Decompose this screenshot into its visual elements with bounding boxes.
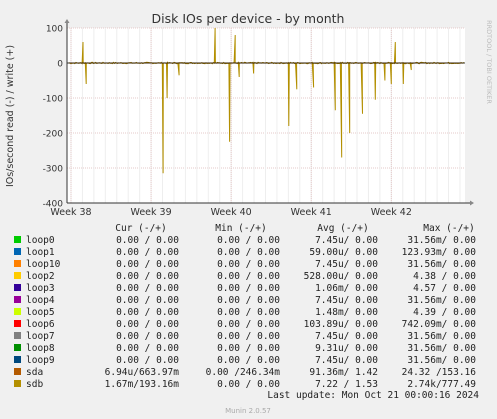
legend-value: 0.00 / 0.00 bbox=[116, 295, 179, 306]
legend-value: 91.36m/ 1.42 bbox=[309, 367, 378, 378]
legend-value: 0.00 / 0.00 bbox=[217, 307, 280, 318]
y-axis-label: IOs/second read (-) / write (+) bbox=[5, 45, 16, 187]
legend-value: 0.00 / 0.00 bbox=[116, 235, 179, 246]
legend-value: 0.00 / 0.00 bbox=[116, 343, 179, 354]
y-tick-label: 100 bbox=[46, 25, 63, 35]
legend-value: 7.45u/ 0.00 bbox=[315, 259, 378, 270]
legend-value: 31.56m/ 0.00 bbox=[407, 235, 476, 246]
legend-value: 0.00 / 0.00 bbox=[116, 259, 179, 270]
legend-value: 0.00 /246.34m bbox=[206, 367, 281, 378]
legend-value: 103.89u/ 0.00 bbox=[304, 319, 379, 330]
legend-value: 0.00 / 0.00 bbox=[116, 307, 179, 318]
legend-header-cell: Cur (-/+) bbox=[115, 223, 166, 234]
legend-value: 742.09m/ 0.00 bbox=[402, 319, 477, 330]
legend-value: 0.00 / 0.00 bbox=[217, 331, 280, 342]
legend-value: 123.93m/ 0.00 bbox=[402, 247, 477, 258]
side-watermark: RRDTOOL / TOBI OETIKER bbox=[485, 20, 493, 104]
legend-value: 7.45u/ 0.00 bbox=[315, 295, 378, 306]
y-tick-label: -300 bbox=[43, 165, 64, 175]
legend-value: 0.00 / 0.00 bbox=[217, 271, 280, 282]
legend-label-loop7: loop7 bbox=[26, 331, 55, 342]
legend-label-loop2: loop2 bbox=[26, 271, 55, 282]
legend-value: 0.00 / 0.00 bbox=[217, 343, 280, 354]
legend-value: 0.00 / 0.00 bbox=[217, 283, 280, 294]
legend-value: 4.39 / 0.00 bbox=[413, 307, 476, 318]
y-tick-label: -400 bbox=[43, 200, 64, 210]
legend-value: 7.45u/ 0.00 bbox=[315, 355, 378, 366]
legend-value: 0.00 / 0.00 bbox=[116, 331, 179, 342]
legend-swatch-sdb bbox=[14, 380, 21, 387]
x-tick-label: Week 40 bbox=[211, 207, 252, 218]
legend-swatch-loop7 bbox=[14, 332, 21, 339]
legend-value: 31.56m/ 0.00 bbox=[407, 259, 476, 270]
legend-value: 24.32 /153.16 bbox=[402, 367, 477, 378]
legend-value: 7.45u/ 0.00 bbox=[315, 235, 378, 246]
legend-value: 7.22 / 1.53 bbox=[315, 379, 378, 390]
legend-value: 0.00 / 0.00 bbox=[116, 271, 179, 282]
legend-value: 0.00 / 0.00 bbox=[217, 379, 280, 390]
legend-value: 0.00 / 0.00 bbox=[217, 319, 280, 330]
legend-value: 2.74k/777.49 bbox=[407, 379, 476, 390]
legend-value: 1.67m/193.16m bbox=[105, 379, 180, 390]
plot-area bbox=[67, 28, 465, 203]
y-tick-label: 0 bbox=[57, 60, 63, 70]
legend-value: 59.00u/ 0.00 bbox=[309, 247, 378, 258]
legend-label-loop6: loop6 bbox=[26, 319, 55, 330]
legend-swatch-sda bbox=[14, 368, 21, 375]
chart-title: Disk IOs per device - by month bbox=[152, 11, 345, 26]
x-tick-label: Week 39 bbox=[131, 207, 172, 218]
x-tick-label: Week 42 bbox=[371, 207, 412, 218]
legend-value: 0.00 / 0.00 bbox=[116, 247, 179, 258]
legend-label-loop9: loop9 bbox=[26, 355, 55, 366]
legend-label-loop4: loop4 bbox=[26, 295, 55, 306]
legend-value: 0.00 / 0.00 bbox=[116, 319, 179, 330]
legend-swatch-loop5 bbox=[14, 308, 21, 315]
x-tick-label: Week 41 bbox=[291, 207, 332, 218]
legend-swatch-loop4 bbox=[14, 296, 21, 303]
legend-label-loop1: loop1 bbox=[26, 247, 55, 258]
legend-label-loop3: loop3 bbox=[26, 283, 55, 294]
legend-value: 528.00u/ 0.00 bbox=[304, 271, 379, 282]
legend-label-loop10: loop10 bbox=[26, 259, 61, 270]
legend-swatch-loop9 bbox=[14, 356, 21, 363]
legend-label-sda: sda bbox=[26, 367, 43, 378]
legend-value: 4.57 / 0.00 bbox=[413, 283, 476, 294]
chart-canvas: Disk IOs per device - by month IOs/secon… bbox=[0, 0, 497, 419]
legend-swatch-loop6 bbox=[14, 320, 21, 327]
y-tick-label: -200 bbox=[43, 130, 64, 140]
legend-swatch-loop8 bbox=[14, 344, 21, 351]
legend-swatch-loop10 bbox=[14, 260, 21, 267]
legend-value: 31.56m/ 0.00 bbox=[407, 343, 476, 354]
legend-swatch-loop0 bbox=[14, 236, 21, 243]
legend-value: 7.45u/ 0.00 bbox=[315, 331, 378, 342]
legend-label-loop5: loop5 bbox=[26, 307, 55, 318]
legend-label-sdb: sdb bbox=[26, 379, 43, 390]
legend-value: 0.00 / 0.00 bbox=[217, 247, 280, 258]
last-update: Last update: Mon Oct 21 00:00:16 2024 bbox=[267, 390, 479, 401]
y-tick-label: -100 bbox=[43, 95, 64, 105]
legend-value: 31.56m/ 0.00 bbox=[407, 295, 476, 306]
legend-value: 6.94u/663.97m bbox=[105, 367, 180, 378]
legend-value: 1.06m/ 0.00 bbox=[315, 283, 378, 294]
footer-version: Munin 2.0.57 bbox=[225, 407, 271, 415]
legend-value: 4.38 / 0.00 bbox=[413, 271, 476, 282]
legend-value: 0.00 / 0.00 bbox=[116, 355, 179, 366]
legend-value: 0.00 / 0.00 bbox=[217, 259, 280, 270]
legend-value: 0.00 / 0.00 bbox=[116, 283, 179, 294]
legend-swatch-loop2 bbox=[14, 272, 21, 279]
legend-value: 31.56m/ 0.00 bbox=[407, 331, 476, 342]
legend-value: 31.56m/ 0.00 bbox=[407, 355, 476, 366]
legend-swatch-loop3 bbox=[14, 284, 21, 291]
legend-value: 1.48m/ 0.00 bbox=[315, 307, 378, 318]
legend-header-cell: Avg (-/+) bbox=[317, 223, 368, 234]
legend-header-cell: Max (-/+) bbox=[423, 223, 474, 234]
legend-label-loop0: loop0 bbox=[26, 235, 55, 246]
legend-value: 0.00 / 0.00 bbox=[217, 355, 280, 366]
legend-value: 0.00 / 0.00 bbox=[217, 295, 280, 306]
legend-value: 9.31u/ 0.00 bbox=[315, 343, 378, 354]
legend-value: 0.00 / 0.00 bbox=[217, 235, 280, 246]
legend-header-cell: Min (-/+) bbox=[215, 223, 266, 234]
legend-label-loop8: loop8 bbox=[26, 343, 55, 354]
legend-swatch-loop1 bbox=[14, 248, 21, 255]
